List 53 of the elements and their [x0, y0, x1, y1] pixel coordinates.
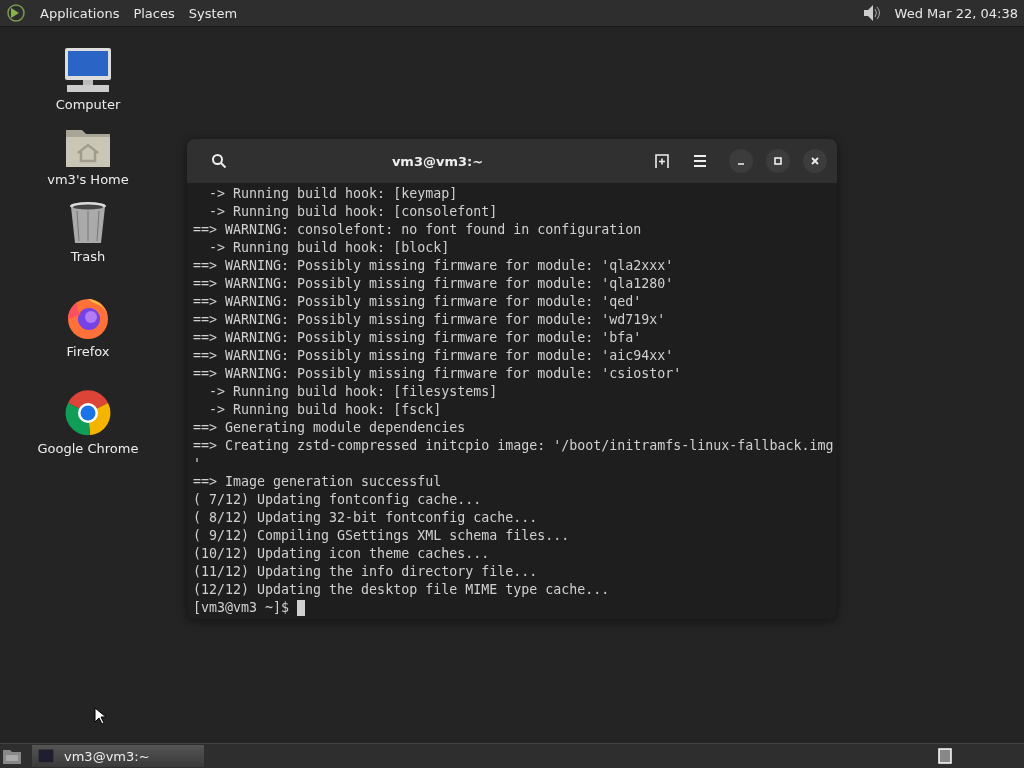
maximize-button[interactable]: [766, 149, 790, 173]
terminal-line: ( 7/12) Updating fontconfig cache...: [193, 491, 482, 509]
terminal-line: ( 9/12) Compiling GSettings XML schema files...: [193, 527, 570, 545]
terminal-line: ==> WARNING: Possibly missing firmware for module: 'qla1280': [193, 275, 674, 293]
mouse-pointer-icon: [94, 707, 106, 725]
terminal-line: ==> WARNING: consolefont: no font found in configuration: [193, 221, 642, 239]
trash-icon: [69, 201, 107, 245]
icon-label[interactable]: Google Chrome: [37, 441, 139, 456]
terminal-line: ==> WARNING: Possibly missing firmware for module: 'aic94xx': [193, 347, 674, 365]
terminal-line: -> Running build hook: [keymap]: [208, 185, 458, 203]
close-button[interactable]: [803, 149, 827, 173]
menu-icon: [693, 155, 707, 167]
terminal-line: (12/12) Updating the desktop file MIME type cache...: [193, 581, 610, 599]
maximize-icon: [773, 156, 783, 166]
taskbar-button[interactable]: vm3@vm3:~: [32, 745, 204, 767]
terminal-line: -> Running build hook: [fsck]: [208, 401, 442, 419]
terminal-line: ==> WARNING: Possibly missing firmware for module: 'csiostor': [193, 365, 682, 383]
show-desktop-icon[interactable]: [2, 747, 22, 765]
terminal-line: -> Running build hook: [filesystems]: [208, 383, 498, 401]
distro-logo-icon[interactable]: [6, 3, 26, 23]
terminal-line: ==> Image generation successful: [193, 473, 442, 491]
menu-item[interactable]: Applications: [40, 5, 120, 21]
terminal-icon: [38, 749, 54, 763]
icon-label[interactable]: Trash: [70, 249, 106, 264]
terminal-line: ( 8/12) Updating 32-bit fontconfig cache...: [193, 509, 538, 527]
terminal-line: -> Running build hook: [consolefont]: [208, 203, 498, 221]
terminal-line: (11/12) Updating the info directory file...: [193, 563, 538, 581]
icon-label[interactable]: Firefox: [66, 344, 110, 359]
terminal-line: ==> WARNING: Possibly missing firmware for module: 'bfa': [193, 329, 642, 347]
minimize-icon: [737, 163, 745, 165]
terminal-line: ==> Generating module dependencies: [193, 419, 466, 437]
close-icon: [810, 156, 820, 166]
terminal-line: ': [193, 455, 201, 473]
computer-icon: [63, 47, 113, 93]
plus-tab-icon: [654, 153, 670, 169]
terminal-line: (10/12) Updating icon theme caches...: [193, 545, 490, 563]
terminal-line: ==> Creating zstd-compressed initcpio image: '/boot/initramfs-linux-fallback.img: [193, 437, 834, 455]
icon-label[interactable]: Computer: [55, 97, 121, 112]
workspace-icon[interactable]: [938, 748, 952, 764]
terminal-line: ==> WARNING: Possibly missing firmware for module: 'qla2xxx': [193, 257, 674, 275]
menu-item[interactable]: System: [188, 5, 238, 21]
terminal-line: [vm3@vm3 ~]$: [193, 599, 290, 617]
terminal-line: -> Running build hook: [block]: [208, 239, 450, 257]
terminal-line: ==> WARNING: Possibly missing firmware for module: 'qed': [193, 293, 642, 311]
search-icon: [211, 153, 227, 169]
text-cursor: [297, 600, 306, 616]
menu-item[interactable]: Places: [133, 5, 175, 21]
clock[interactable]: Wed Mar 22, 04:38: [894, 5, 1018, 21]
terminal-line: ==> WARNING: Possibly missing firmware for module: 'wd719x': [193, 311, 666, 329]
icon-label[interactable]: vm3's Home: [47, 172, 129, 187]
chrome-icon: [64, 389, 112, 437]
window-title: vm3@vm3:~: [390, 153, 485, 169]
minimize-button[interactable]: [729, 149, 753, 173]
